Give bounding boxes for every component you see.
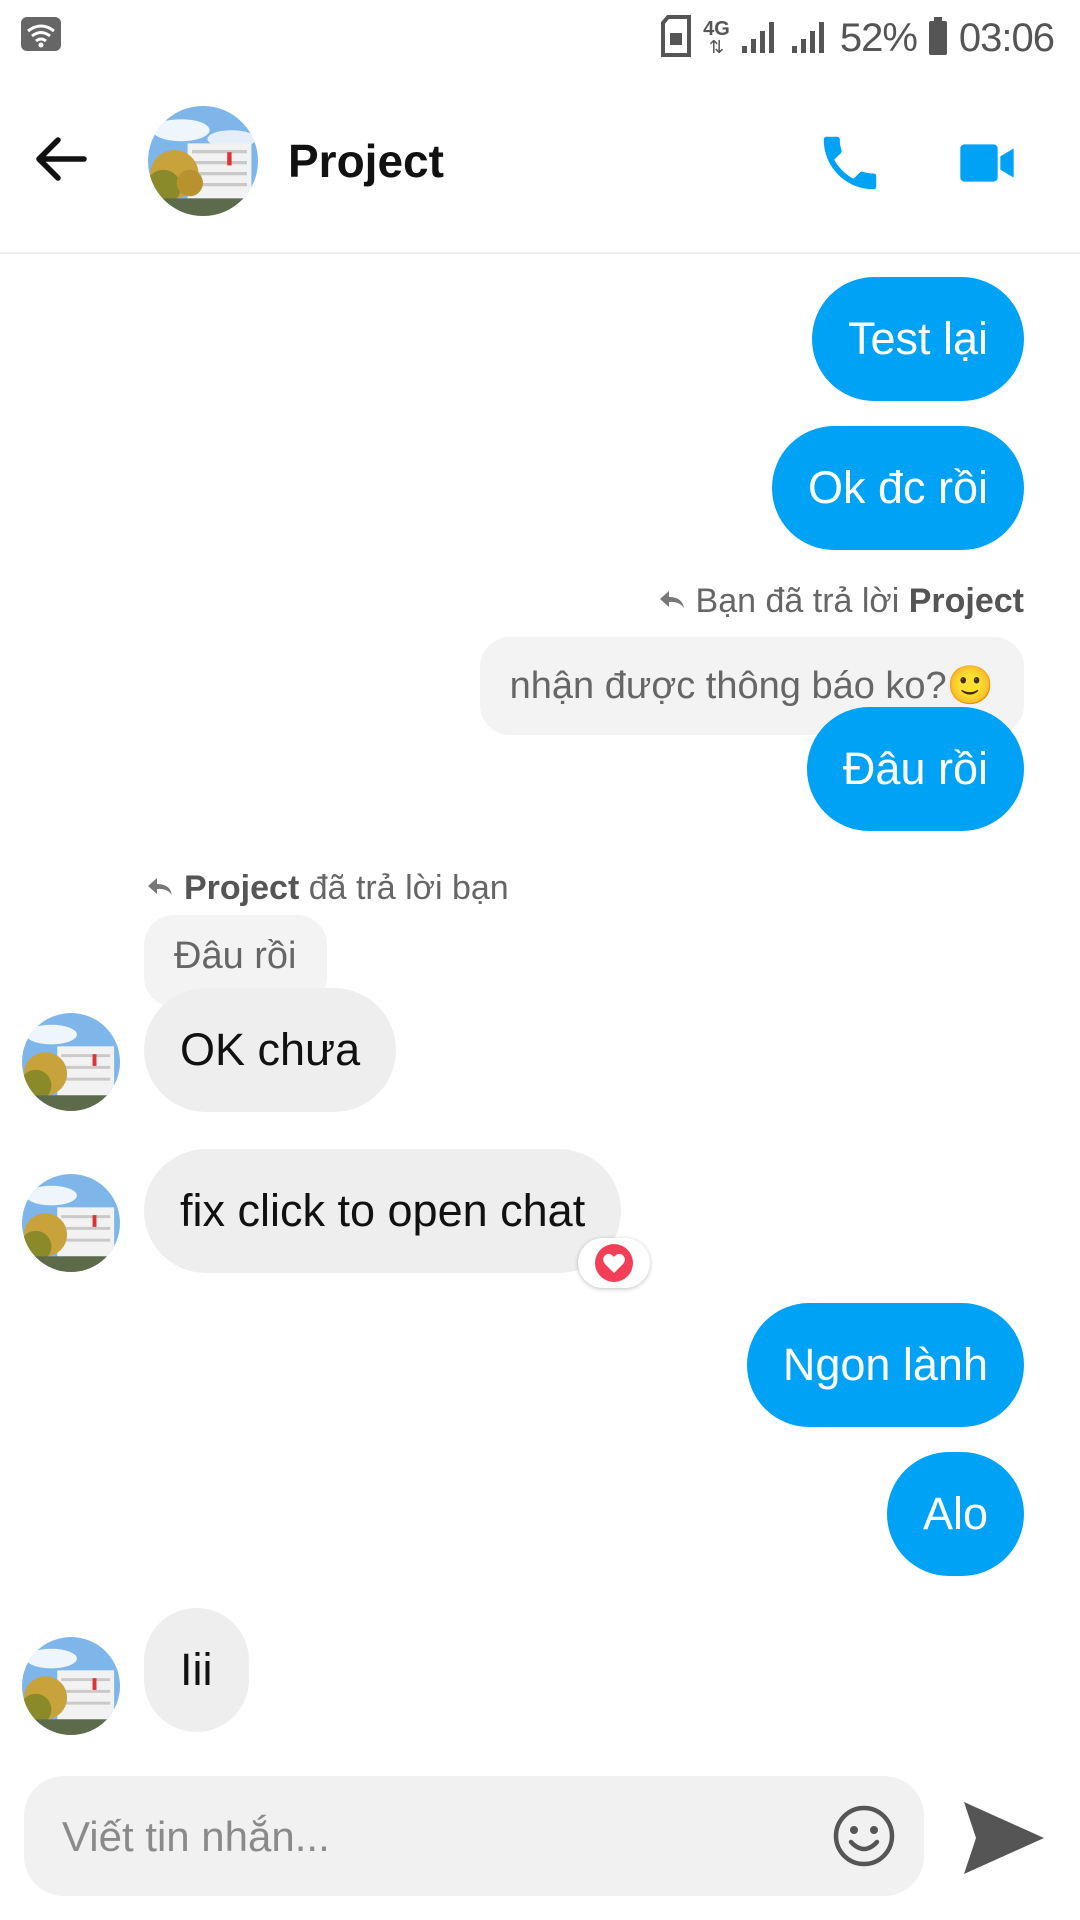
video-camera-icon (960, 144, 1014, 182)
reply-indicator-name: Project (908, 582, 1024, 620)
signal-icon (790, 18, 830, 59)
network-type-icon: 4G ⇅ (703, 18, 730, 57)
clock: 03:06 (958, 15, 1055, 60)
message-bubble-incoming[interactable]: fix click to open chat (144, 1149, 622, 1273)
reply-indicator: Project đã trả lời bạn (146, 869, 509, 908)
message-bubble-incoming[interactable]: Iii (144, 1608, 249, 1732)
reply-indicator-text: Bạn đã trả lời (695, 582, 909, 620)
avatar[interactable] (22, 1013, 120, 1111)
sim-card-icon (659, 14, 693, 62)
avatar[interactable] (148, 106, 258, 216)
avatar[interactable] (22, 1174, 120, 1272)
avatar[interactable] (22, 1637, 120, 1735)
smiley-icon (833, 1805, 895, 1867)
reply-arrow-icon (658, 582, 686, 621)
building-photo-icon (22, 1637, 120, 1735)
phone-icon (823, 136, 877, 190)
video-call-button[interactable] (955, 131, 1019, 195)
message-bubble-outgoing[interactable]: Ok đc rồi (771, 426, 1024, 550)
message-bubble-outgoing[interactable]: Ngon lành (746, 1303, 1024, 1427)
battery-percent: 52% (839, 15, 918, 60)
arrow-left-icon (36, 137, 87, 181)
battery-icon (927, 16, 949, 61)
signal-icon (740, 18, 780, 59)
back-button[interactable] (28, 126, 94, 192)
building-photo-icon (22, 1013, 120, 1111)
message-bubble-outgoing[interactable]: Đâu rồi (806, 707, 1024, 831)
message-bubble-outgoing[interactable]: Test lại (811, 277, 1024, 401)
reply-arrow-icon (146, 869, 174, 908)
reaction-badge[interactable] (578, 1238, 650, 1288)
building-photo-icon (148, 106, 258, 216)
heart-icon (595, 1244, 633, 1282)
page-title[interactable]: Project (288, 134, 444, 188)
message-input[interactable] (60, 1776, 804, 1898)
status-bar: 4G ⇅ 52% 03:06 (0, 0, 1080, 76)
message-composer (24, 1776, 924, 1898)
call-button[interactable] (815, 128, 885, 198)
reply-indicator-name: Project (184, 869, 300, 907)
reply-indicator: Bạn đã trả lời Project (658, 582, 1024, 621)
message-bubble-outgoing[interactable]: Alo (886, 1452, 1024, 1576)
wifi-icon (20, 16, 62, 57)
send-button[interactable] (960, 1798, 1048, 1878)
chat-header: Project (0, 76, 1080, 254)
reply-indicator-text: đã trả lời bạn (299, 869, 509, 907)
building-photo-icon (22, 1174, 120, 1272)
message-bubble-incoming[interactable]: OK chưa (144, 988, 397, 1112)
send-icon (964, 1802, 1044, 1874)
emoji-button[interactable] (832, 1804, 896, 1868)
